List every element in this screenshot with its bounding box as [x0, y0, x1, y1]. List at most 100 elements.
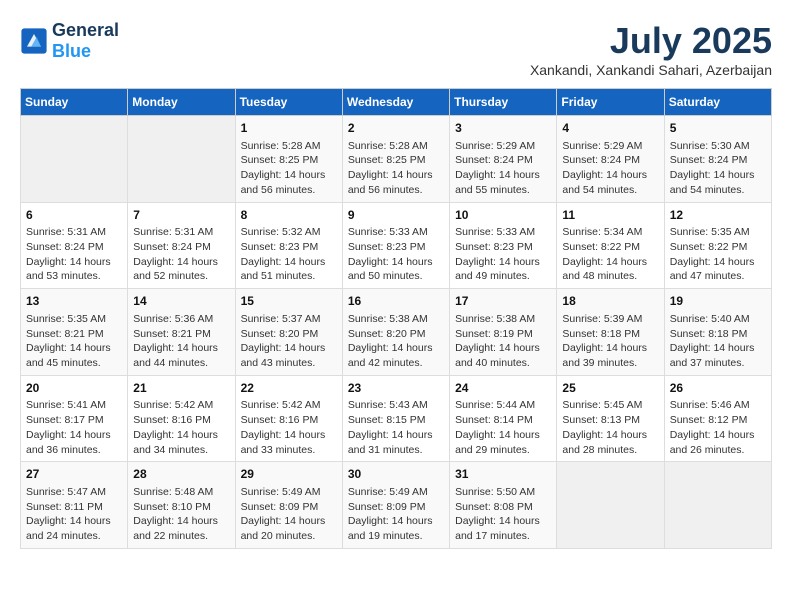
cell-details: Sunrise: 5:28 AMSunset: 8:25 PMDaylight:… [241, 139, 337, 198]
cell-details: Sunrise: 5:28 AMSunset: 8:25 PMDaylight:… [348, 139, 444, 198]
daylight-label: Daylight: 14 hoursand 54 minutes. [562, 169, 647, 196]
sunrise-label: Sunrise: 5:31 AM [133, 226, 213, 238]
sunset-label: Sunset: 8:17 PM [26, 414, 104, 426]
cell-details: Sunrise: 5:49 AMSunset: 8:09 PMDaylight:… [348, 485, 444, 544]
col-header-tuesday: Tuesday [235, 89, 342, 116]
day-number: 21 [133, 380, 229, 397]
calendar-week-1: 1 Sunrise: 5:28 AMSunset: 8:25 PMDaylight… [21, 116, 772, 203]
calendar-cell: 27Sunrise: 5:47 AMSunset: 8:11 PMDayligh… [21, 462, 128, 549]
day-number: 7 [133, 207, 229, 224]
sunrise-label: Sunrise: 5:41 AM [26, 399, 106, 411]
sunrise-label: Sunrise: 5:33 AM [348, 226, 428, 238]
cell-details: Sunrise: 5:41 AMSunset: 8:17 PMDaylight:… [26, 398, 122, 457]
day-number: 9 [348, 207, 444, 224]
calendar-cell: 23Sunrise: 5:43 AMSunset: 8:15 PMDayligh… [342, 375, 449, 462]
sunrise-label: Sunrise: 5:49 AM [241, 486, 321, 498]
sunset-label: Sunset: 8:25 PM [348, 154, 426, 166]
daylight-label: Daylight: 14 hoursand 48 minutes. [562, 256, 647, 283]
daylight-label: Daylight: 14 hoursand 29 minutes. [455, 429, 540, 456]
cell-details: Sunrise: 5:31 AMSunset: 8:24 PMDaylight:… [26, 225, 122, 284]
location: Xankandi, Xankandi Sahari, Azerbaijan [530, 62, 772, 78]
sunset-label: Sunset: 8:09 PM [348, 501, 426, 513]
calendar-cell: 5 Sunrise: 5:30 AMSunset: 8:24 PMDaylight… [664, 116, 771, 203]
calendar-cell [128, 116, 235, 203]
sunrise-label: Sunrise: 5:38 AM [348, 313, 428, 325]
calendar-table: SundayMondayTuesdayWednesdayThursdayFrid… [20, 88, 772, 549]
day-number: 10 [455, 207, 551, 224]
sunset-label: Sunset: 8:21 PM [133, 328, 211, 340]
sunset-label: Sunset: 8:20 PM [241, 328, 319, 340]
cell-details: Sunrise: 5:37 AMSunset: 8:20 PMDaylight:… [241, 312, 337, 371]
cell-details: Sunrise: 5:44 AM Sunset: 8:14 PM Daylight:… [455, 398, 551, 457]
cell-details: Sunrise: 5:50 AMSunset: 8:08 PMDaylight:… [455, 485, 551, 544]
calendar-cell: 18Sunrise: 5:39 AMSunset: 8:18 PMDayligh… [557, 289, 664, 376]
col-header-monday: Monday [128, 89, 235, 116]
sunrise-label: Sunrise: 5:42 AM [133, 399, 213, 411]
sunset-label: Sunset: 8:14 PM [455, 414, 533, 426]
sunset-label: Sunset: 8:25 PM [241, 154, 319, 166]
logo-blue: Blue [52, 41, 119, 62]
cell-details: Sunrise: 5:46 AMSunset: 8:12 PMDaylight:… [670, 398, 766, 457]
cell-details: Sunrise: 5:31 AMSunset: 8:24 PMDaylight:… [133, 225, 229, 284]
cell-details: Sunrise: 5:30 AMSunset: 8:24 PMDaylight:… [670, 139, 766, 198]
calendar-cell: 19Sunrise: 5:40 AMSunset: 8:18 PMDayligh… [664, 289, 771, 376]
logo: General Blue [20, 20, 119, 62]
sunset-label: Sunset: 8:16 PM [241, 414, 319, 426]
page-header: General Blue July 2025 Xankandi, Xankand… [20, 20, 772, 78]
sunrise-label: Sunrise: 5:33 AM [455, 226, 535, 238]
sunset-label: Sunset: 8:20 PM [348, 328, 426, 340]
month-year: July 2025 [530, 20, 772, 62]
daylight-label: Daylight: 14 hoursand 45 minutes. [26, 342, 111, 369]
sunrise-label: Sunrise: 5:39 AM [562, 313, 642, 325]
sunrise-label: Sunrise: 5:50 AM [455, 486, 535, 498]
sunrise-label: Sunrise: 5:37 AM [241, 313, 321, 325]
sunrise-label: Sunrise: 5:35 AM [670, 226, 750, 238]
cell-details: Sunrise: 5:47 AMSunset: 8:11 PMDaylight:… [26, 485, 122, 544]
calendar-cell: 11Sunrise: 5:34 AMSunset: 8:22 PMDayligh… [557, 202, 664, 289]
sunset-label: Sunset: 8:10 PM [133, 501, 211, 513]
sunrise-label: Sunrise: 5:40 AM [670, 313, 750, 325]
daylight-label: Daylight: 14 hoursand 22 minutes. [133, 515, 218, 542]
sunrise-label: Sunrise: 5:31 AM [26, 226, 106, 238]
calendar-cell [21, 116, 128, 203]
sunset-label: Sunset: 8:24 PM [455, 154, 533, 166]
cell-details: Sunrise: 5:40 AMSunset: 8:18 PMDaylight:… [670, 312, 766, 371]
calendar-cell: 15Sunrise: 5:37 AMSunset: 8:20 PMDayligh… [235, 289, 342, 376]
daylight-label: Daylight: 14 hoursand 28 minutes. [562, 429, 647, 456]
calendar-cell: 14Sunrise: 5:36 AMSunset: 8:21 PMDayligh… [128, 289, 235, 376]
sunrise-label: Sunrise: 5:34 AM [562, 226, 642, 238]
sunrise-label: Sunrise: 5:38 AM [455, 313, 535, 325]
day-number: 11 [562, 207, 658, 224]
daylight-label: Daylight: 14 hoursand 53 minutes. [26, 256, 111, 283]
calendar-cell: 16Sunrise: 5:38 AMSunset: 8:20 PMDayligh… [342, 289, 449, 376]
daylight-label: Daylight: 14 hoursand 47 minutes. [670, 256, 755, 283]
day-number: 14 [133, 293, 229, 310]
col-header-thursday: Thursday [450, 89, 557, 116]
daylight-label: Daylight: 14 hoursand 20 minutes. [241, 515, 326, 542]
day-number: 18 [562, 293, 658, 310]
day-number: 25 [562, 380, 658, 397]
calendar-cell: 10Sunrise: 5:33 AMSunset: 8:23 PMDayligh… [450, 202, 557, 289]
calendar-week-4: 20Sunrise: 5:41 AMSunset: 8:17 PMDayligh… [21, 375, 772, 462]
col-header-wednesday: Wednesday [342, 89, 449, 116]
cell-details: Sunrise: 5:33 AMSunset: 8:23 PMDaylight:… [455, 225, 551, 284]
calendar-cell: 2Sunrise: 5:28 AMSunset: 8:25 PMDaylight… [342, 116, 449, 203]
day-number: 28 [133, 466, 229, 483]
day-number: 24 [455, 380, 551, 397]
calendar-cell: 26Sunrise: 5:46 AMSunset: 8:12 PMDayligh… [664, 375, 771, 462]
calendar-cell: 31Sunrise: 5:50 AMSunset: 8:08 PMDayligh… [450, 462, 557, 549]
sunrise-label: Sunrise: 5:44 AM [455, 399, 535, 411]
day-number: 5 [670, 120, 766, 137]
sunset-label: Sunset: 8:24 PM [133, 241, 211, 253]
sunset-label: Sunset: 8:24 PM [670, 154, 748, 166]
daylight-label: Daylight: 14 hoursand 26 minutes. [670, 429, 755, 456]
calendar-cell: 21Sunrise: 5:42 AMSunset: 8:16 PMDayligh… [128, 375, 235, 462]
day-number: 15 [241, 293, 337, 310]
daylight-label: Daylight: 14 hoursand 37 minutes. [670, 342, 755, 369]
calendar-cell: 20Sunrise: 5:41 AMSunset: 8:17 PMDayligh… [21, 375, 128, 462]
day-number: 6 [26, 207, 122, 224]
day-number: 1 [241, 120, 337, 137]
logo-text: General Blue [52, 20, 119, 62]
sunset-label: Sunset: 8:08 PM [455, 501, 533, 513]
day-number: 8 [241, 207, 337, 224]
